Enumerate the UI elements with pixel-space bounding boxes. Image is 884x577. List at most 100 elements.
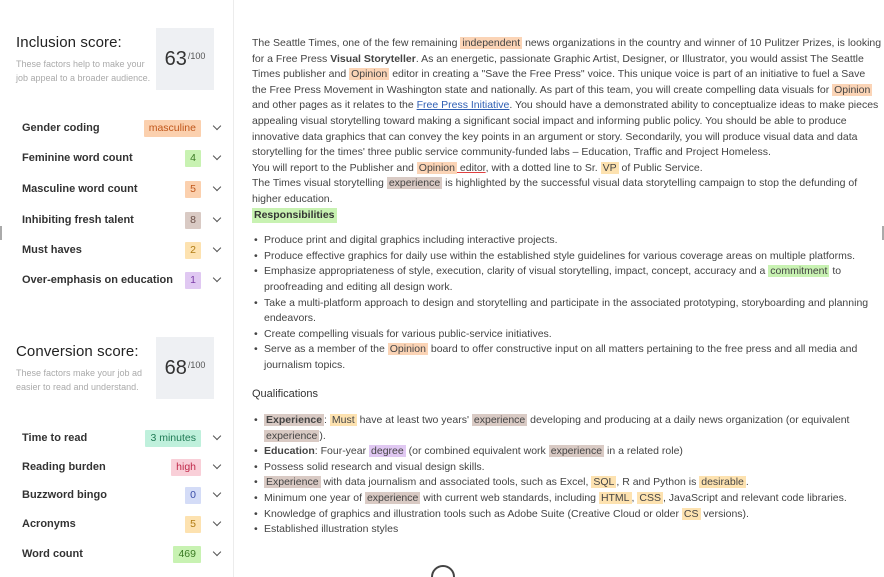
- metric-badge: 5: [185, 180, 201, 198]
- left-edge-handle[interactable]: [0, 226, 3, 240]
- qualifications-heading: Qualifications: [252, 388, 319, 401]
- highlight-inhibiting[interactable]: experience: [364, 492, 421, 505]
- chevron-down-icon[interactable]: [213, 185, 222, 194]
- metric-label: Time to read: [22, 432, 88, 444]
- inclusion-score-section: Inclusion score: These factors help to m…: [16, 28, 226, 90]
- paragraph-intro: The Seattle Times, one of the few remain…: [252, 36, 882, 161]
- metric-inhibiting-fresh-talent[interactable]: Inhibiting fresh talent 8: [22, 209, 222, 231]
- metric-badge: masculine: [143, 119, 201, 137]
- conversion-score-box: 68 /100: [156, 337, 214, 399]
- text-span: :: [324, 414, 330, 427]
- text-span: developing and producing at a daily news…: [527, 414, 850, 427]
- highlight-acronym[interactable]: HTML: [598, 492, 632, 505]
- highlight-acronym[interactable]: VP: [600, 161, 619, 174]
- list-item: Take a multi-platform approach to design…: [252, 296, 884, 327]
- metric-gender-coding[interactable]: Gender coding masculine: [22, 117, 222, 139]
- text-span: Knowledge of graphics and illustration t…: [264, 507, 682, 520]
- metric-acronyms[interactable]: Acronyms 5: [22, 513, 222, 535]
- highlight-masculine[interactable]: Opinion: [349, 68, 390, 81]
- metric-reading-burden[interactable]: Reading burden high: [22, 456, 222, 478]
- score-sidebar: Inclusion score: These factors help to m…: [0, 0, 234, 577]
- free-press-link[interactable]: Free Press Initiative: [417, 99, 510, 111]
- metric-label: Gender coding: [22, 122, 100, 134]
- text-span: , with a dotted line to Sr.: [485, 161, 601, 174]
- chevron-down-icon[interactable]: [213, 216, 222, 225]
- highlight-education[interactable]: degree: [369, 445, 406, 458]
- list-item: Education: Four-year degree (or combined…: [252, 444, 884, 460]
- text-span: Create compelling visuals for various pu…: [264, 327, 552, 340]
- highlight-inhibiting[interactable]: experience: [471, 414, 528, 427]
- metric-label: Reading burden: [22, 461, 106, 473]
- highlight-acronym[interactable]: SQL: [591, 476, 617, 489]
- job-description-editor[interactable]: The Seattle Times, one of the few remain…: [252, 36, 884, 538]
- highlight-inhibiting[interactable]: experience: [548, 445, 605, 458]
- metric-label: Must haves: [22, 244, 82, 256]
- highlight-masculine[interactable]: Opinion: [387, 343, 428, 356]
- highlight-inhibiting[interactable]: experience: [264, 429, 320, 442]
- list-item: Knowledge of graphics and illustration t…: [252, 507, 884, 523]
- chevron-down-icon[interactable]: [213, 154, 222, 163]
- conversion-score-denominator: /100: [187, 360, 206, 370]
- text-span: with data journalism and associated tool…: [320, 476, 592, 489]
- metric-label: Buzzword bingo: [22, 489, 107, 501]
- metric-label: Feminine word count: [22, 152, 133, 164]
- highlight-must-have[interactable]: Must: [329, 414, 357, 427]
- highlight-masculine[interactable]: Opinion: [832, 83, 873, 96]
- metric-must-haves[interactable]: Must haves 2: [22, 239, 222, 261]
- highlight-masculine[interactable]: independent: [460, 37, 523, 49]
- text-span: Minimum one year of: [264, 492, 365, 505]
- inclusion-score-description: These factors help to make your job appe…: [16, 59, 151, 83]
- chevron-down-icon[interactable]: [213, 124, 222, 133]
- inclusion-score-value: 63: [164, 47, 187, 70]
- list-item: Emphasize appropriateness of style, exec…: [252, 264, 884, 295]
- spelling-underline[interactable]: editor: [457, 162, 486, 174]
- chevron-down-icon[interactable]: [213, 276, 222, 285]
- text-span: in a related role): [604, 445, 683, 458]
- metric-feminine-word-count[interactable]: Feminine word count 4: [22, 147, 222, 169]
- metric-badge: 3 minutes: [145, 429, 201, 447]
- highlight-inhibiting[interactable]: experience: [386, 177, 443, 190]
- highlight-feminine[interactable]: commitment: [768, 265, 830, 278]
- conversion-score-value: 68: [164, 356, 187, 379]
- metric-badge: high: [171, 458, 201, 476]
- highlight-inhibiting[interactable]: Experience: [264, 476, 321, 489]
- metric-badge: 0: [185, 486, 201, 504]
- text-span: ).: [319, 429, 326, 442]
- highlight-must-have[interactable]: desirable: [699, 476, 746, 489]
- text-span: .: [745, 476, 749, 489]
- scroll-handle[interactable]: [431, 565, 455, 577]
- metric-word-count[interactable]: Word count 469: [22, 543, 222, 565]
- chevron-down-icon[interactable]: [213, 491, 222, 500]
- text-span: You will report to the Publisher and: [252, 161, 417, 174]
- chevron-down-icon[interactable]: [213, 463, 222, 472]
- metric-masculine-word-count[interactable]: Masculine word count 5: [22, 178, 222, 200]
- list-item: Established illustration styles: [252, 522, 884, 538]
- metric-badge: 4: [185, 149, 201, 167]
- metric-time-to-read[interactable]: Time to read 3 minutes: [22, 427, 222, 449]
- text-span: versions).: [700, 507, 749, 520]
- text-span: Possess solid research and visual design…: [264, 460, 485, 473]
- paragraph-report: You will report to the Publisher and Opi…: [252, 161, 882, 177]
- text-span: : Four-year: [314, 445, 370, 458]
- metric-over-emphasis-education[interactable]: Over-emphasis on education 1: [22, 269, 222, 291]
- chevron-down-icon[interactable]: [213, 246, 222, 255]
- highlight-masculine[interactable]: Opinion: [416, 161, 457, 174]
- text-span: Emphasize appropriateness of style, exec…: [264, 265, 769, 278]
- highlight-acronym[interactable]: CSS: [637, 492, 663, 505]
- metric-buzzword-bingo[interactable]: Buzzword bingo 0: [22, 484, 222, 506]
- highlight-acronym[interactable]: CS: [681, 507, 701, 520]
- metric-badge: 1: [185, 271, 201, 289]
- chevron-down-icon[interactable]: [213, 520, 222, 529]
- paragraph-campaign: The Times visual storytelling experience…: [252, 176, 882, 207]
- text-span: (or combined equivalent work: [405, 445, 549, 458]
- highlight-inhibiting[interactable]: Experience: [264, 414, 325, 427]
- responsibilities-heading: Responsibilities: [252, 207, 337, 224]
- inclusion-score-denominator: /100: [187, 51, 206, 61]
- text-span: Produce effective graphics for daily use…: [264, 249, 856, 262]
- metric-label: Inhibiting fresh talent: [22, 214, 134, 226]
- text-span: The Times visual storytelling: [252, 177, 387, 190]
- chevron-down-icon[interactable]: [213, 434, 222, 443]
- metric-label: Word count: [22, 548, 83, 560]
- chevron-down-icon[interactable]: [213, 550, 222, 559]
- responsibilities-list: Produce print and digital graphics inclu…: [252, 233, 884, 373]
